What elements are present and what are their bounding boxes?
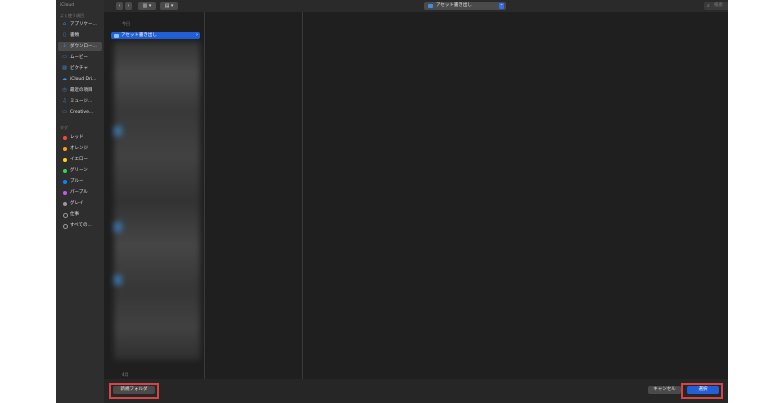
sidebar-item-label: グレイ xyxy=(70,201,84,206)
sidebar-item-creative[interactable]: ▭ Creative... xyxy=(58,108,102,117)
sidebar-item-label: グリーン xyxy=(70,168,88,173)
sidebar-tag-gray[interactable]: グレイ xyxy=(58,199,102,208)
sidebar-tag-yellow[interactable]: イエロー xyxy=(58,155,102,164)
blurred-file-list xyxy=(114,42,200,360)
download-icon: ↓ xyxy=(62,43,67,49)
sidebar-item-icloud-drive[interactable]: ☁ iCloud Dri... xyxy=(58,75,102,84)
sidebar: iCloud よく使う項目 ⌂ アプリケー... ▯ 書類 ↓ ダウンロー...… xyxy=(56,0,104,403)
search-placeholder: 検索 xyxy=(714,3,723,8)
blurred-folder-icon xyxy=(114,222,122,232)
sidebar-item-applications[interactable]: ⌂ アプリケー... xyxy=(58,20,102,29)
folder-icon xyxy=(114,33,119,38)
sidebar-item-recents[interactable]: ◷ 最近の項目 xyxy=(58,86,102,95)
sidebar-item-label: パープル xyxy=(70,190,88,195)
column-view-icon: ▥ ▾ xyxy=(142,3,152,9)
toolbar: ‹ › ▥ ▾ ▤ ▾ アセット書き出し ⌃ ⌕ 検索 xyxy=(104,0,728,12)
sidebar-item-label: ピクチャ xyxy=(70,66,88,71)
path-popup-label: アセット書き出し xyxy=(436,3,472,8)
forward-button[interactable]: › xyxy=(125,2,132,10)
sidebar-item-label: Creative... xyxy=(70,110,94,115)
yellow-tag-icon xyxy=(63,158,67,162)
sidebar-item-movies[interactable]: ▭ ムービー xyxy=(58,53,102,62)
sidebar-item-label: ムービー xyxy=(70,55,88,60)
sidebar-tag-purple[interactable]: パープル xyxy=(58,188,102,197)
blue-tag-icon xyxy=(63,180,67,184)
chevron-right-icon: › xyxy=(196,32,198,38)
sidebar-tag-work[interactable]: 仕事 xyxy=(58,210,102,219)
sidebar-item-label: イエロー xyxy=(70,157,88,162)
sidebar-tag-orange[interactable]: オレンジ xyxy=(58,144,102,153)
movie-icon: ▭ xyxy=(62,54,67,60)
blurred-folder-icon xyxy=(114,126,122,136)
sidebar-item-label: レッド xyxy=(70,135,84,140)
sidebar-item-downloads[interactable]: ↓ ダウンロー... xyxy=(58,42,102,51)
sidebar-item-label: ブルー xyxy=(70,179,84,184)
sidebar-item-documents[interactable]: ▯ 書類 xyxy=(58,31,102,40)
chevron-left-icon: ‹ xyxy=(118,3,121,9)
folder-row-label: アセット書き出し xyxy=(121,33,157,38)
sidebar-item-music[interactable]: ♫ ミュージ... xyxy=(58,97,102,106)
folder-icon xyxy=(428,4,433,8)
group-icon: ▤ ▾ xyxy=(164,3,174,9)
sidebar-tag-blue[interactable]: ブルー xyxy=(58,177,102,186)
file-chooser-dialog: iCloud よく使う項目 ⌂ アプリケー... ▯ 書類 ↓ ダウンロー...… xyxy=(56,0,728,403)
sidebar-item-label: アプリケー... xyxy=(70,22,97,27)
sidebar-item-label: オレンジ xyxy=(70,146,88,151)
column-divider[interactable] xyxy=(302,12,303,379)
sidebar-tag-all[interactable]: すべての... xyxy=(58,221,102,230)
sidebar-tag-red[interactable]: レッド xyxy=(58,133,102,142)
clock-icon: ◷ xyxy=(62,87,67,93)
purple-tag-icon xyxy=(63,191,67,195)
folder-row-selected[interactable]: アセット書き出し › xyxy=(111,32,200,39)
favorites-heading: よく使う項目 xyxy=(60,13,84,18)
sidebar-item-label: ミュージ... xyxy=(70,99,93,104)
sidebar-top-label: iCloud xyxy=(60,3,75,8)
green-tag-icon xyxy=(63,169,67,173)
path-popup[interactable]: アセット書き出し ⌃ xyxy=(424,2,506,10)
search-icon: ⌕ xyxy=(707,3,710,9)
blurred-folder-icon xyxy=(114,275,122,285)
cloud-icon: ☁ xyxy=(62,76,67,82)
sidebar-item-label: ダウンロー... xyxy=(70,44,97,49)
group-button[interactable]: ▤ ▾ xyxy=(160,2,178,10)
document-icon: ▯ xyxy=(63,32,66,38)
chevron-right-icon: › xyxy=(127,3,130,9)
bottom-bar: 新規フォルダ キャンセル 選択 xyxy=(104,379,728,403)
sidebar-item-pictures[interactable]: ▨ ピクチャ xyxy=(58,64,102,73)
folder-icon: ▭ xyxy=(62,109,67,115)
sidebar-tag-green[interactable]: グリーン xyxy=(58,166,102,175)
back-button[interactable]: ‹ xyxy=(116,2,123,10)
section-heading-april: 4月 xyxy=(122,372,129,377)
cancel-button[interactable]: キャンセル xyxy=(648,386,681,394)
hollow-tag-icon xyxy=(63,213,68,218)
orange-tag-icon xyxy=(63,147,67,151)
view-mode-button[interactable]: ▥ ▾ xyxy=(138,2,156,10)
picture-icon: ▨ xyxy=(62,65,67,71)
sidebar-item-label: すべての... xyxy=(70,223,92,228)
sidebar-item-label: 書類 xyxy=(70,33,79,38)
sidebar-item-label: 最近の項目 xyxy=(70,88,93,93)
search-input[interactable]: ⌕ 検索 xyxy=(704,2,728,10)
music-icon: ♫ xyxy=(62,98,67,104)
gray-tag-icon xyxy=(63,202,67,206)
applications-icon: ⌂ xyxy=(62,21,67,27)
sidebar-item-label: iCloud Dri... xyxy=(70,77,97,82)
tags-heading: タグ xyxy=(60,125,68,130)
highlight-box xyxy=(681,383,723,399)
hollow-tag-icon xyxy=(63,224,68,229)
red-tag-icon xyxy=(63,136,67,140)
popup-arrows-icon: ⌃ xyxy=(499,3,504,9)
column-divider[interactable] xyxy=(204,12,205,379)
section-heading-today: 今日 xyxy=(122,21,130,26)
sidebar-item-label: 仕事 xyxy=(70,212,79,217)
highlight-box xyxy=(109,383,159,399)
